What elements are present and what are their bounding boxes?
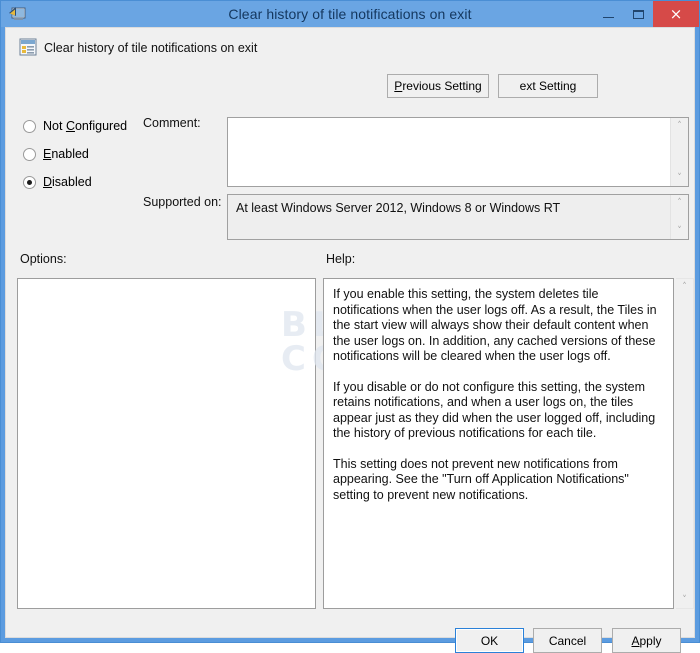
help-label: Help: [326, 252, 356, 266]
page-title: Clear history of tile notifications on e… [44, 41, 258, 55]
scroll-down-icon[interactable]: ˅ [677, 223, 682, 239]
scroll-down-icon[interactable]: ˅ [682, 592, 687, 608]
window-controls: × [593, 1, 699, 27]
supported-on-field: At least Windows Server 2012, Windows 8 … [227, 194, 689, 240]
next-setting-label: ext Setting [519, 79, 577, 93]
maximize-icon [632, 9, 644, 19]
apply-accelerator: A [631, 633, 640, 648]
radio-enabled-indicator [23, 147, 36, 161]
title-bar: Clear history of tile notifications on e… [1, 1, 699, 27]
previous-setting-label: revious Setting [402, 79, 482, 93]
radio-disabled-label: Disabled [43, 175, 92, 189]
radio-disabled[interactable]: Disabled [23, 175, 92, 189]
close-icon: × [669, 4, 683, 23]
minimize-icon [602, 17, 614, 18]
help-paragraph: If you enable this setting, the system d… [333, 287, 657, 363]
help-paragraph: This setting does not prevent new notifi… [333, 456, 629, 502]
minimize-button[interactable] [593, 1, 623, 27]
next-setting-button[interactable]: ext Setting [498, 74, 598, 98]
maximize-button[interactable] [623, 1, 653, 27]
help-text: If you enable this setting, the system d… [324, 279, 673, 511]
radio-enabled-label: Enabled [43, 147, 89, 161]
cancel-button[interactable]: Cancel [533, 628, 602, 653]
supported-on-scrollbar[interactable]: ˄ ˅ [670, 195, 688, 239]
comment-scrollbar[interactable]: ˄ ˅ [670, 118, 688, 186]
radio-enabled[interactable]: Enabled [23, 147, 89, 161]
options-panel[interactable] [17, 278, 316, 609]
previous-setting-button[interactable]: Previous Setting [387, 74, 489, 98]
scroll-down-icon[interactable]: ˅ [677, 170, 682, 186]
close-button[interactable]: × [653, 1, 699, 27]
dialog-client-area: Clear history of tile notifications on e… [5, 27, 695, 653]
policy-editor-icon [9, 6, 26, 22]
comment-input[interactable]: ˄ ˅ [227, 117, 689, 187]
supported-on-value: At least Windows Server 2012, Windows 8 … [236, 201, 561, 215]
scroll-up-icon[interactable]: ˄ [677, 118, 682, 134]
radio-not-configured[interactable]: Not Configured [23, 119, 127, 133]
radio-not-configured-label: Not Configured [43, 119, 128, 133]
options-label: Options: [20, 252, 67, 266]
group-policy-setting-icon [19, 38, 37, 56]
radio-disabled-indicator [23, 175, 36, 189]
group-policy-setting-window: Clear history of tile notifications on e… [0, 0, 700, 653]
apply-button[interactable]: Apply [612, 628, 681, 653]
help-paragraph: If you disable or do not configure this … [333, 379, 656, 441]
setting-header: Clear history of tile notifications on e… [6, 28, 694, 64]
scroll-up-icon[interactable]: ˄ [677, 195, 682, 211]
help-scrollbar[interactable]: ˄ ˅ [676, 278, 694, 609]
scroll-up-icon[interactable]: ˄ [682, 279, 687, 295]
help-panel: If you enable this setting, the system d… [323, 278, 674, 609]
comment-label: Comment: [143, 116, 201, 130]
ok-button[interactable]: OK [455, 628, 524, 653]
radio-not-configured-indicator [23, 119, 36, 133]
apply-label: pply [639, 633, 662, 648]
supported-on-label: Supported on: [143, 195, 222, 209]
